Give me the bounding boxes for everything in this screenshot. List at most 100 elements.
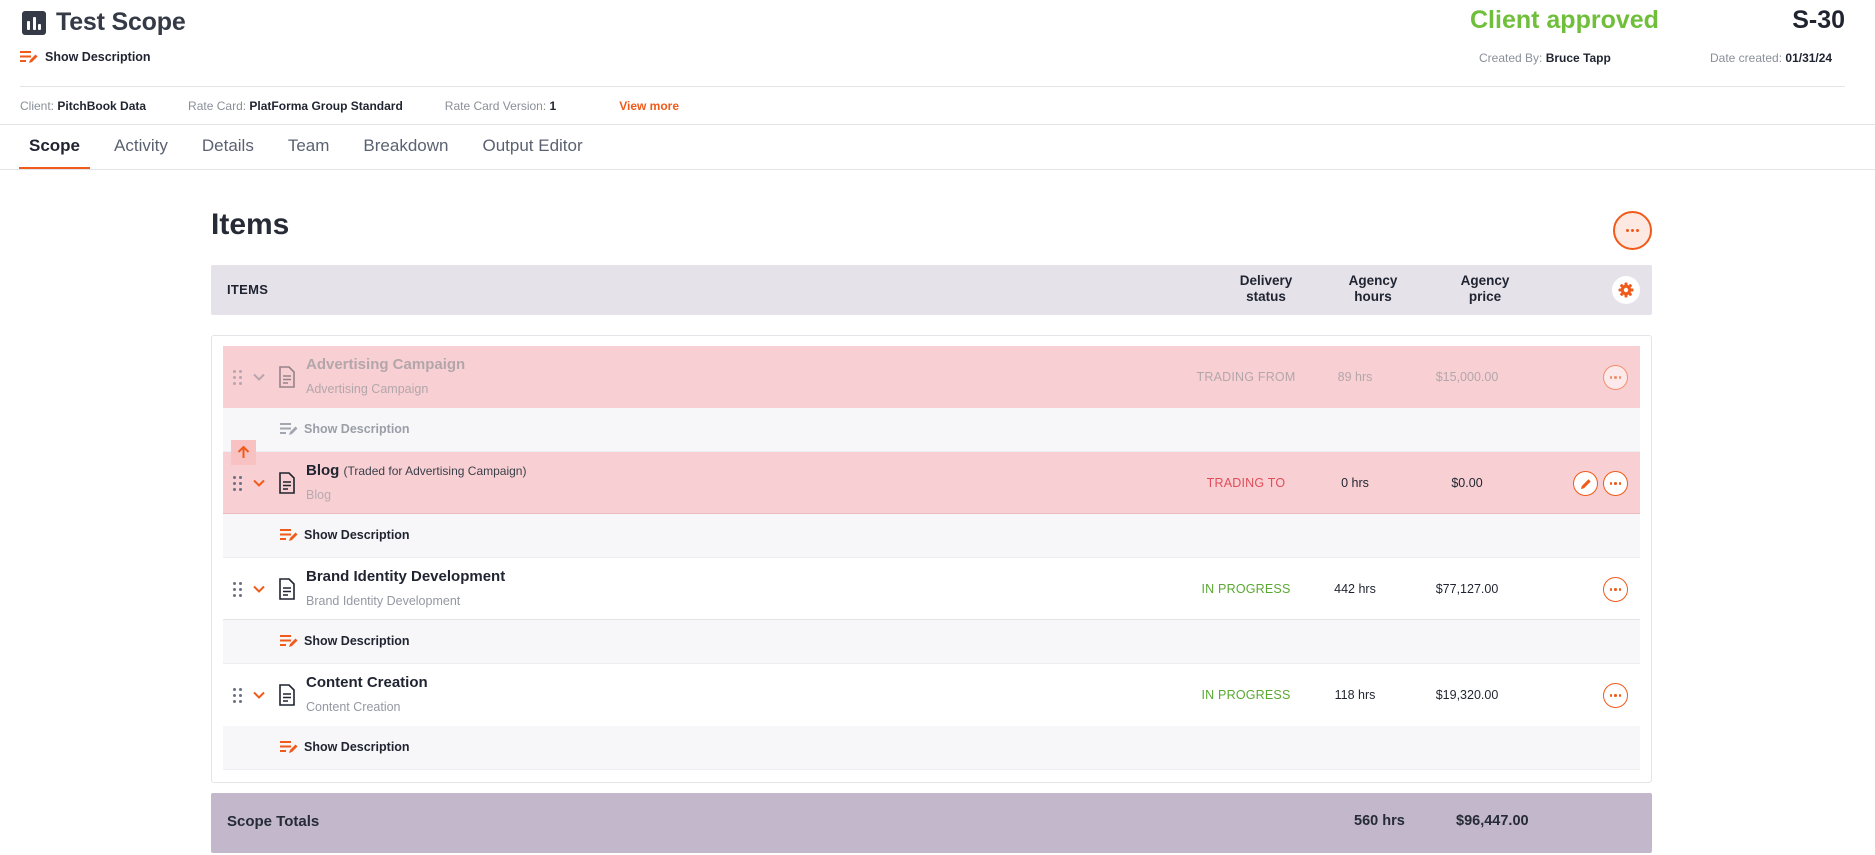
more-horizontal-icon: [1626, 229, 1639, 232]
page-header: Test Scope Show Description Client appro…: [0, 0, 1875, 86]
table-settings-button[interactable]: [1612, 276, 1640, 304]
notes-edit-icon: [280, 635, 298, 647]
column-agency-price-line1: Agency: [1460, 273, 1510, 288]
description-row: Show Description: [223, 620, 1640, 664]
show-description-toggle[interactable]: Show Description: [280, 422, 410, 436]
table-row[interactable]: Advertising Campaign Advertising Campaig…: [223, 346, 1640, 408]
client-label: Client:: [20, 99, 55, 113]
rate-card-version-value: 1: [549, 99, 557, 113]
view-more-link[interactable]: View more: [619, 99, 679, 113]
item-subtitle: Advertising Campaign: [306, 382, 429, 396]
item-title-text: Blog: [306, 462, 340, 479]
more-horizontal-icon: [1609, 482, 1622, 485]
more-horizontal-icon: [1609, 588, 1622, 591]
item-subtitle: Blog: [306, 488, 332, 502]
chevron-down-icon[interactable]: [251, 475, 267, 491]
rate-card-version-info: Rate Card Version: 1: [445, 99, 556, 113]
agency-hours: 0 hrs: [1341, 476, 1369, 490]
delivery-status: IN PROGRESS: [1201, 688, 1291, 702]
client-info: Client: PitchBook Data: [20, 99, 146, 113]
show-description-toggle[interactable]: Show Description: [280, 528, 410, 542]
notes-edit-icon: [280, 529, 298, 541]
item-title-text: Brand Identity Development: [306, 568, 506, 585]
drag-handle-icon[interactable]: [233, 582, 242, 597]
item-trade-note: (Traded for Advertising Campaign): [343, 464, 527, 478]
item-title-text: Advertising Campaign: [306, 356, 466, 373]
scope-totals-bar: Scope Totals 560 hrs $96,447.00: [211, 793, 1652, 853]
agency-price: $0.00: [1451, 476, 1483, 490]
notes-edit-icon: [280, 741, 298, 753]
chevron-down-icon[interactable]: [251, 369, 267, 385]
items-more-button[interactable]: [1613, 211, 1652, 250]
column-delivery-status-line2: status: [1246, 289, 1286, 304]
drag-handle-icon[interactable]: [233, 370, 242, 385]
chevron-down-icon[interactable]: [251, 687, 267, 703]
gear-icon: [1618, 282, 1634, 298]
tab-bar: Scope Activity Details Team Breakdown Ou…: [19, 124, 607, 170]
document-icon: [279, 366, 295, 388]
agency-price: $77,127.00: [1435, 582, 1499, 596]
document-icon: [279, 472, 295, 494]
scope-id: S-30: [1792, 6, 1845, 34]
agency-price: $15,000.00: [1435, 370, 1499, 384]
show-description-toggle[interactable]: Show Description: [20, 50, 151, 64]
tab-scope[interactable]: Scope: [19, 124, 91, 170]
chevron-down-icon[interactable]: [251, 581, 267, 597]
delivery-status: TRADING FROM: [1196, 370, 1296, 384]
column-delivery-status-line1: Delivery: [1239, 273, 1293, 288]
created-by-value: Bruce Tapp: [1545, 51, 1611, 65]
drag-handle-icon[interactable]: [233, 688, 242, 703]
item-title: Advertising Campaign: [306, 356, 465, 373]
show-description-toggle[interactable]: Show Description: [280, 634, 410, 648]
column-items: ITEMS: [227, 282, 269, 297]
tab-activity[interactable]: Activity: [104, 124, 178, 170]
status-badge: Client approved: [1470, 6, 1659, 34]
page-title: Test Scope: [56, 8, 186, 36]
item-title: Content Creation: [306, 674, 428, 691]
description-row: Show Description: [223, 726, 1640, 770]
table-row[interactable]: Blog (Traded for Advertising Campaign) B…: [223, 452, 1640, 514]
items-table-header: ITEMS Delivery status Agency hours Agenc…: [211, 265, 1652, 315]
show-description-label: Show Description: [304, 634, 410, 648]
show-description-label: Show Description: [304, 422, 410, 436]
move-up-button[interactable]: [231, 440, 256, 465]
agency-hours: 118 hrs: [1334, 688, 1376, 702]
divider: [0, 169, 1875, 170]
tab-details[interactable]: Details: [192, 124, 264, 170]
show-description-label: Show Description: [304, 528, 410, 542]
show-description-toggle[interactable]: Show Description: [280, 740, 410, 754]
description-row: Show Description: [223, 408, 1640, 452]
agency-price: $19,320.00: [1435, 688, 1499, 702]
rate-card-label: Rate Card:: [188, 99, 247, 113]
show-description-label: Show Description: [304, 740, 410, 754]
rate-card-value: PlatForma Group Standard: [249, 99, 403, 113]
column-agency-price-line2: price: [1468, 289, 1502, 304]
scope-totals-label: Scope Totals: [227, 813, 320, 830]
tab-output-editor[interactable]: Output Editor: [472, 124, 592, 170]
row-more-button[interactable]: [1603, 683, 1628, 708]
column-agency-price: Agency price: [1445, 273, 1525, 305]
item-title-text: Content Creation: [306, 674, 428, 691]
table-row[interactable]: Content Creation Content Creation IN PRO…: [223, 664, 1640, 726]
created-by-label: Created By:: [1479, 51, 1543, 65]
row-more-button[interactable]: [1603, 471, 1628, 496]
show-description-label: Show Description: [45, 50, 151, 64]
drag-handle-icon[interactable]: [233, 476, 242, 491]
column-delivery-status: Delivery status: [1221, 273, 1311, 305]
document-icon: [279, 578, 295, 600]
description-row: Show Description: [223, 514, 1640, 558]
row-more-button[interactable]: [1603, 365, 1628, 390]
row-more-button[interactable]: [1603, 577, 1628, 602]
row-edit-button[interactable]: [1573, 471, 1598, 496]
client-value: PitchBook Data: [57, 99, 147, 113]
tab-team[interactable]: Team: [278, 124, 340, 170]
tab-breakdown[interactable]: Breakdown: [353, 124, 458, 170]
column-agency-hours-line2: hours: [1354, 289, 1392, 304]
delivery-status: IN PROGRESS: [1201, 582, 1291, 596]
item-subtitle: Content Creation: [306, 700, 401, 714]
notes-edit-icon: [20, 51, 38, 63]
table-row[interactable]: Brand Identity Development Brand Identit…: [223, 558, 1640, 620]
scope-totals-hours: 560 hrs: [1354, 813, 1405, 829]
bar-chart-icon: [22, 10, 46, 35]
agency-hours: 442 hrs: [1334, 582, 1376, 596]
